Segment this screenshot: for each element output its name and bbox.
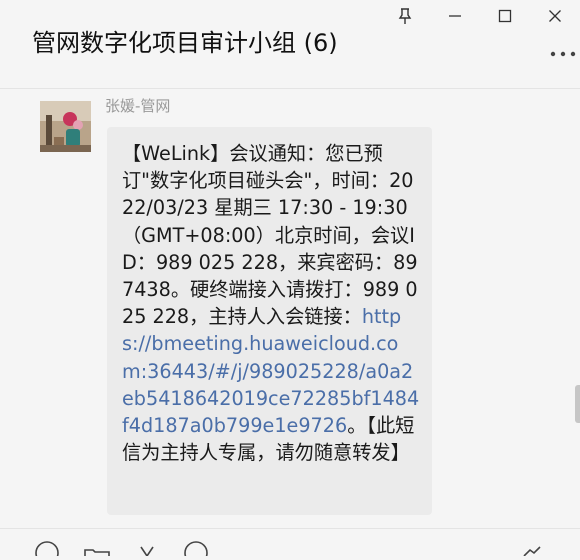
folder-icon[interactable]	[83, 529, 111, 560]
minimize-icon[interactable]	[430, 0, 480, 32]
call-icon[interactable]	[520, 529, 550, 560]
pin-icon[interactable]	[380, 0, 430, 32]
sender-name: 张媛-管网	[105, 97, 171, 115]
avatar[interactable]	[40, 101, 91, 152]
title-bar: 管网数字化项目审计小组 (6)	[0, 0, 580, 88]
message-text: 【WeLink】会议通知：您已预订"数字化项目碰头会"，时间：2022/03/2…	[122, 140, 420, 466]
window-controls	[380, 0, 580, 34]
scissors-icon[interactable]	[135, 529, 159, 560]
chat-title: 管网数字化项目审计小组 (6)	[32, 29, 338, 57]
input-toolbar	[0, 529, 580, 560]
message-text-before: 【WeLink】会议通知：您已预订"数字化项目碰头会"，时间：2022/03/2…	[122, 142, 418, 329]
close-icon[interactable]	[530, 0, 580, 32]
history-icon[interactable]	[182, 529, 210, 560]
more-icon[interactable]	[548, 44, 578, 64]
scrollbar-handle[interactable]	[575, 385, 580, 423]
maximize-icon[interactable]	[480, 0, 530, 32]
emoji-icon[interactable]	[33, 529, 61, 560]
